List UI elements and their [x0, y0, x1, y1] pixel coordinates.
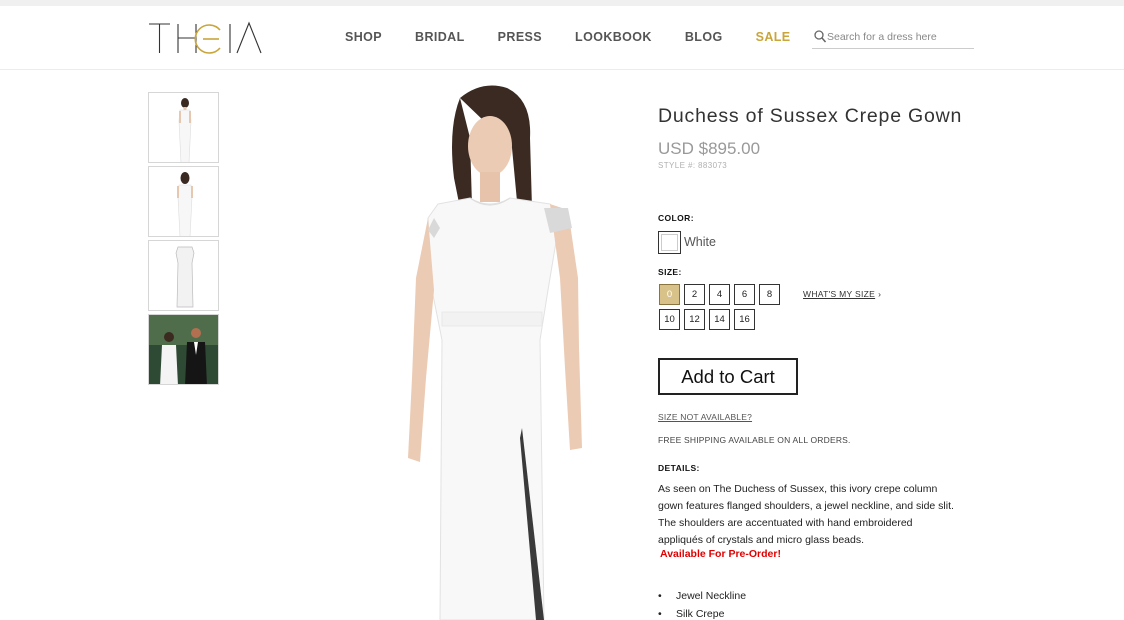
- feature-item: Jewel Neckline: [658, 588, 746, 606]
- thumbnail-back[interactable]: [148, 166, 219, 237]
- product-price: USD $895.00: [658, 139, 761, 158]
- product-title: Duchess of Sussex Crepe Gown: [658, 105, 963, 127]
- thumbnail-flat[interactable]: [148, 240, 219, 311]
- preorder-notice: Available For Pre-Order!: [660, 548, 781, 560]
- thumbnail-gallery: [148, 92, 219, 388]
- feature-list: Jewel Neckline Silk Crepe: [658, 588, 746, 620]
- size-option[interactable]: 6: [734, 284, 755, 305]
- main-nav: SHOP BRIDAL PRESS LOOKBOOK BLOG SALE: [345, 30, 824, 44]
- whats-my-size-link[interactable]: WHAT'S MY SIZE ›: [803, 289, 881, 299]
- details-label: DETAILS:: [658, 463, 700, 473]
- chevron-right-icon: ›: [878, 289, 882, 299]
- size-option[interactable]: 14: [709, 309, 730, 330]
- thumbnail-front[interactable]: [148, 92, 219, 163]
- search-box: [812, 28, 974, 49]
- feature-item: Silk Crepe: [658, 606, 746, 620]
- size-label: SIZE:: [658, 267, 682, 277]
- product-info: Duchess of Sussex Crepe Gown USD $895.00…: [658, 105, 963, 620]
- nav-blog[interactable]: BLOG: [685, 30, 723, 44]
- size-option[interactable]: 2: [684, 284, 705, 305]
- site-header: SHOP BRIDAL PRESS LOOKBOOK BLOG SALE: [0, 6, 1124, 70]
- color-name: White: [684, 235, 716, 249]
- color-swatch-white[interactable]: [658, 231, 681, 254]
- size-not-available-link[interactable]: SIZE NOT AVAILABLE?: [658, 412, 752, 422]
- nav-press[interactable]: PRESS: [498, 30, 542, 44]
- nav-shop[interactable]: SHOP: [345, 30, 382, 44]
- shipping-note: FREE SHIPPING AVAILABLE ON ALL ORDERS.: [658, 435, 851, 445]
- size-option[interactable]: 12: [684, 309, 705, 330]
- add-to-cart-button[interactable]: Add to Cart: [658, 358, 798, 395]
- nav-bridal[interactable]: BRIDAL: [415, 30, 465, 44]
- details-description: As seen on The Duchess of Sussex, this i…: [658, 483, 954, 546]
- search-icon[interactable]: [814, 30, 826, 43]
- nav-lookbook[interactable]: LOOKBOOK: [575, 30, 652, 44]
- size-option[interactable]: 4: [709, 284, 730, 305]
- search-input[interactable]: [827, 29, 972, 45]
- theia-logo[interactable]: [148, 20, 264, 56]
- nav-sale[interactable]: SALE: [756, 30, 791, 44]
- whats-my-size-label: WHAT'S MY SIZE: [803, 289, 876, 299]
- size-selector: 0 2 4 6 8 10 12 14 16: [659, 284, 789, 330]
- size-option[interactable]: 10: [659, 309, 680, 330]
- style-number: STYLE #: 883073: [658, 161, 728, 170]
- thumbnail-event-photo[interactable]: [148, 314, 219, 385]
- size-option[interactable]: 8: [759, 284, 780, 305]
- product-main-image[interactable]: [372, 78, 632, 620]
- color-label: COLOR:: [658, 213, 694, 223]
- size-option[interactable]: 0: [659, 284, 680, 305]
- size-option[interactable]: 16: [734, 309, 755, 330]
